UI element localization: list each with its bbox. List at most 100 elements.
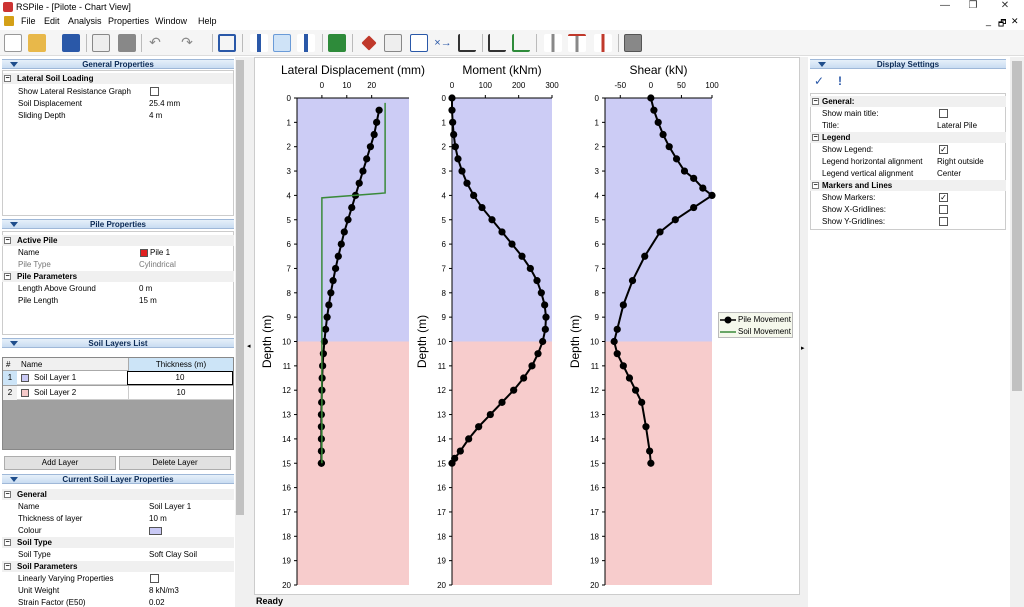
graph-icon[interactable] — [458, 34, 476, 52]
menu-window[interactable]: Window — [155, 16, 187, 26]
window-icon[interactable] — [410, 34, 428, 52]
calculator-icon[interactable] — [624, 34, 642, 52]
legend-v-align-value[interactable]: Center — [937, 168, 961, 180]
pile-axial-icon[interactable] — [544, 34, 562, 52]
menu-file[interactable]: File — [21, 16, 36, 26]
pile-movement-marker — [329, 277, 337, 285]
inner-close-button[interactable]: ✕ — [1011, 16, 1019, 27]
print-preview-icon[interactable] — [92, 34, 110, 52]
menu-edit[interactable]: Edit — [44, 16, 60, 26]
y-tick-label: 16 — [437, 484, 446, 493]
display-settings-header[interactable]: Display Settings — [810, 59, 1006, 69]
right-panel-scrollbar[interactable] — [1010, 57, 1024, 607]
soil-layer-2-fill — [452, 341, 552, 585]
ds-general-group[interactable]: − General: — [810, 96, 1006, 107]
y-tick-label: 12 — [282, 386, 291, 395]
linearly-varying-checkbox[interactable] — [150, 574, 159, 583]
y-tick-label: 13 — [590, 411, 599, 420]
info-icon[interactable]: ! — [838, 74, 842, 88]
table-row[interactable]: 2 Soil Layer 2 10 — [3, 386, 233, 400]
menu-properties[interactable]: Properties — [108, 16, 149, 26]
pile-icon[interactable] — [250, 34, 268, 52]
pile-name-value[interactable]: Pile 1 — [150, 247, 170, 259]
restore-button[interactable]: ❐ — [958, 0, 988, 14]
show-legend-checkbox[interactable]: ✓ — [939, 145, 948, 154]
prop-row: Title:Lateral Pile Analysis — [810, 120, 1006, 142]
layer-name: Soil Layer 1 — [34, 373, 77, 382]
pile-parameters-group[interactable]: − Pile Parameters — [2, 271, 234, 282]
soil-colour-swatch[interactable] — [149, 527, 162, 535]
soil-parameters-group[interactable]: − Soil Parameters — [2, 561, 234, 572]
new-file-icon[interactable] — [4, 34, 22, 52]
menu-help[interactable]: Help — [198, 16, 217, 26]
unit-weight-value[interactable]: 8 kN/m3 — [149, 585, 179, 597]
soil-name-value[interactable]: Soil Layer 1 — [149, 501, 191, 513]
ds-legend-group[interactable]: − Legend — [810, 132, 1006, 143]
layer-thickness-value[interactable]: 10 m — [149, 513, 167, 525]
y-tick-label: 8 — [595, 289, 600, 298]
soil-type-group[interactable]: − Soil Type — [2, 537, 234, 548]
show-y-gridlines-checkbox[interactable] — [939, 217, 948, 226]
chart-settings-icon[interactable] — [488, 34, 506, 52]
print-icon[interactable] — [118, 34, 136, 52]
length-above-ground-value[interactable]: 0 m — [139, 283, 152, 295]
menu-analysis[interactable]: Analysis — [68, 16, 102, 26]
collapse-left-icon[interactable]: ◂ — [247, 342, 251, 350]
axial-load-icon[interactable] — [297, 34, 315, 52]
ds-markers-group[interactable]: − Markers and Lines — [810, 180, 1006, 191]
soil-layers-header[interactable]: Soil Layers List — [2, 338, 234, 348]
col-thickness[interactable]: Thickness (m) — [128, 358, 233, 371]
right-splitter[interactable]: ▸ — [800, 57, 808, 607]
pile-properties-header[interactable]: Pile Properties — [2, 219, 234, 229]
stats-icon[interactable] — [512, 34, 530, 52]
pile-lateral-icon[interactable] — [568, 34, 586, 52]
redo-icon[interactable]: ↷ — [178, 34, 196, 52]
prop-row: Unit Weight 8 kN/m3 — [18, 585, 179, 597]
minimize-button[interactable]: — — [930, 0, 960, 14]
report-icon[interactable] — [384, 34, 402, 52]
left-panel-scrollbar[interactable] — [235, 57, 245, 607]
soil-type-value[interactable]: Soft Clay Soil — [149, 549, 197, 561]
legend-h-align-value[interactable]: Right outside — [937, 156, 984, 168]
general-properties-header[interactable]: General Properties — [2, 59, 234, 69]
layer-thickness-cell[interactable]: 10 — [127, 371, 233, 385]
pile-grid-icon[interactable] — [594, 34, 612, 52]
pile-movement-marker — [498, 228, 506, 236]
prop-row: Soil Type Soft Clay Soil — [18, 549, 198, 561]
tools-icon[interactable] — [361, 35, 377, 51]
y-tick-label: 7 — [442, 264, 447, 273]
pile-color-swatch — [140, 249, 148, 257]
apply-check-icon[interactable]: ✓ — [814, 74, 824, 88]
collapse-right-icon[interactable]: ▸ — [801, 344, 805, 352]
strain-factor-value[interactable]: 0.02 — [149, 597, 165, 607]
panel-layout-icon[interactable] — [218, 34, 236, 52]
y-tick-label: 2 — [442, 143, 447, 152]
pile-length-value[interactable]: 15 m — [139, 295, 157, 307]
active-pile-group[interactable]: − Active Pile — [2, 235, 234, 246]
open-folder-icon[interactable] — [28, 34, 46, 52]
chart-icon[interactable]: ×→ — [434, 34, 452, 52]
undo-icon[interactable]: ↶ — [146, 34, 164, 52]
pile-movement-marker — [451, 143, 459, 151]
chart-legend: Pile Movement Soil Movement — [718, 312, 793, 338]
pile-movement-marker — [470, 191, 478, 199]
excel-export-icon[interactable] — [328, 34, 346, 52]
general-group[interactable]: − General — [2, 489, 234, 500]
left-splitter[interactable]: ◂ — [245, 57, 254, 607]
save-icon[interactable] — [62, 34, 80, 52]
inner-minimize-button[interactable]: _ — [986, 16, 991, 26]
delete-layer-button[interactable]: Delete Layer — [119, 456, 231, 470]
pile-movement-marker — [373, 118, 381, 126]
show-x-gridlines-checkbox[interactable] — [939, 205, 948, 214]
layer-thickness-cell[interactable]: 10 — [128, 386, 233, 400]
current-soil-header[interactable]: Current Soil Layer Properties — [2, 474, 234, 484]
close-button[interactable]: ✕ — [990, 0, 1020, 14]
y-tick-label: 18 — [590, 532, 599, 541]
pile-movement-marker — [672, 155, 681, 163]
add-layer-button[interactable]: Add Layer — [4, 456, 116, 470]
show-main-title-checkbox[interactable] — [939, 109, 948, 118]
lateral-load-icon[interactable] — [273, 34, 291, 52]
y-tick-label: 6 — [287, 240, 292, 249]
show-markers-checkbox[interactable]: ✓ — [939, 193, 948, 202]
table-row[interactable]: 1 Soil Layer 1 10 — [3, 371, 233, 385]
